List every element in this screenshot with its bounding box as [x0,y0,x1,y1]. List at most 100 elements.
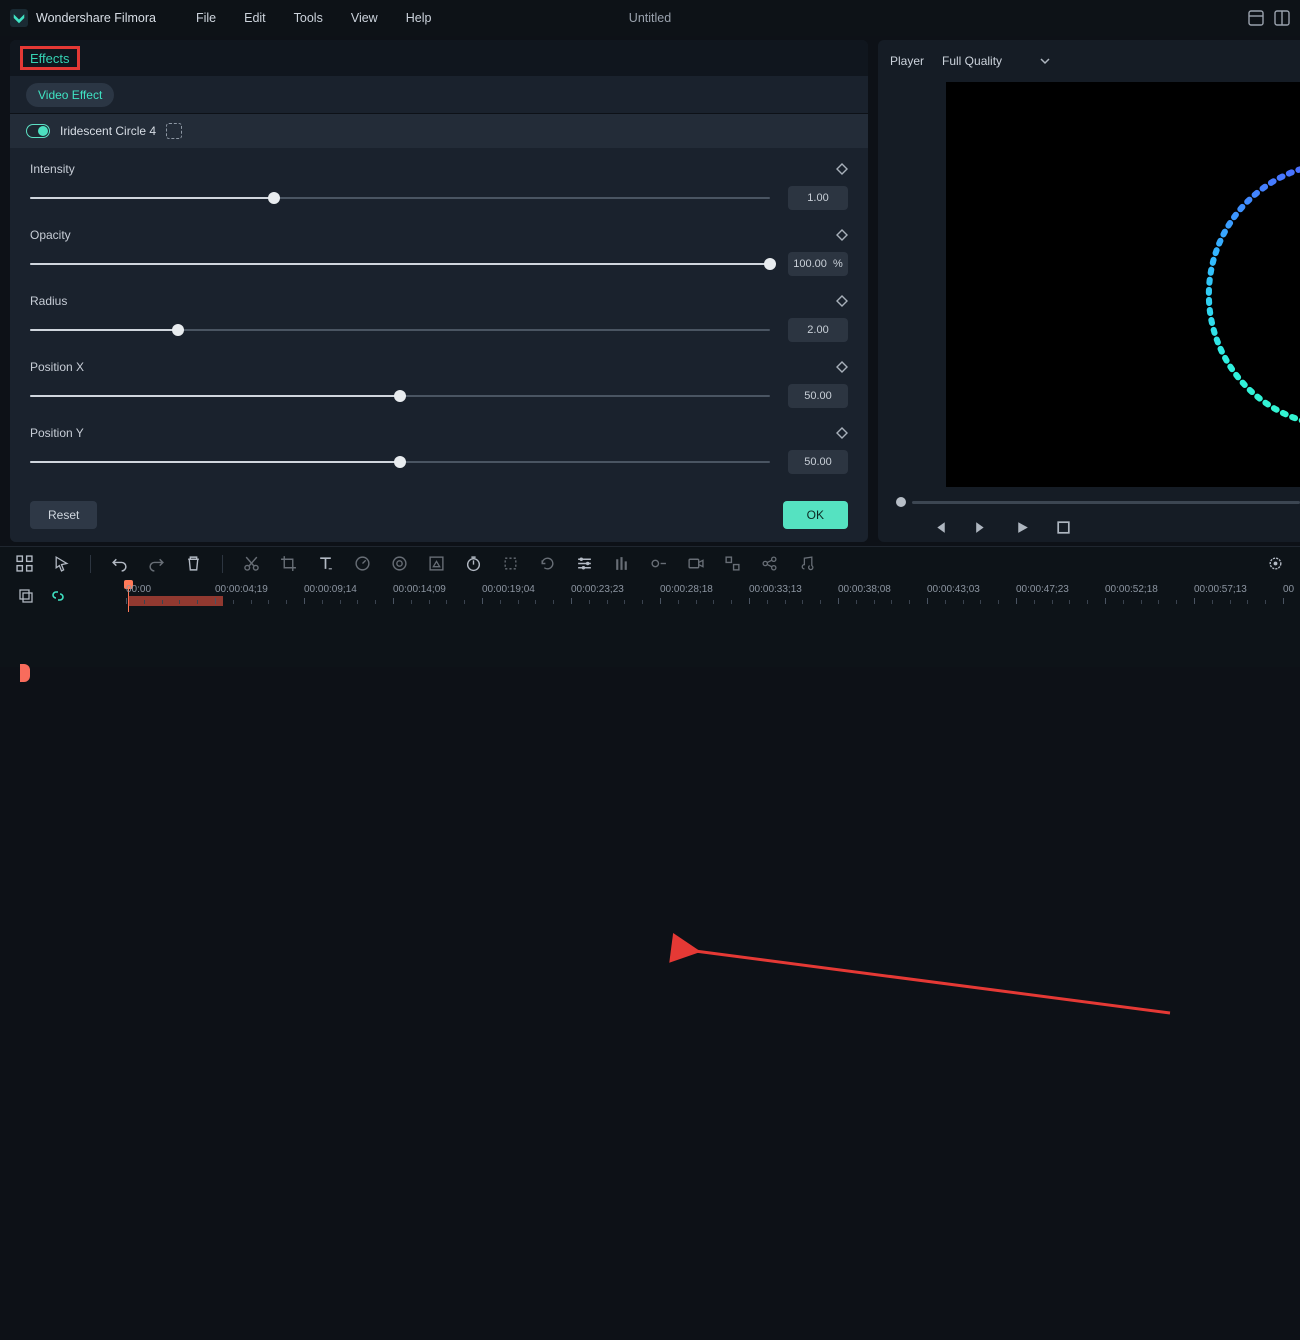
annotation-highlight-box [20,46,80,70]
link-icon[interactable] [724,555,741,572]
redo-icon[interactable] [148,555,165,572]
link-tracks-icon[interactable] [50,588,66,604]
menubar: Wondershare Filmora File Edit Tools View… [0,0,1300,36]
menu-file[interactable]: File [196,11,216,25]
posy-slider[interactable] [30,454,770,470]
ruler-label: 00:00 [126,584,151,595]
gear-icon[interactable] [1267,555,1284,572]
timeline-toolbar [0,546,1300,580]
scrub-handle[interactable] [896,497,906,507]
subtabs-row: Video Effect [10,76,868,114]
keyframe-icon[interactable] [836,229,848,241]
ruler-label: 00:00:47;23 [1016,584,1069,595]
undo-icon[interactable] [111,555,128,572]
intensity-slider[interactable] [30,190,770,206]
text-icon[interactable] [317,555,334,572]
menu-view[interactable]: View [351,11,378,25]
settings-slider-icon[interactable] [576,555,593,572]
player-label: Player [890,54,924,68]
intensity-value[interactable]: 1.00 [788,186,848,210]
audio-mixer-icon[interactable] [613,555,630,572]
posx-value[interactable]: 50.00 [788,384,848,408]
sliders-body: Intensity 1.00 Opacity [10,148,868,488]
quality-dropdown[interactable]: Full Quality [942,54,1050,68]
keyframe-icon[interactable] [836,361,848,373]
grid-icon[interactable] [16,555,33,572]
stop-icon[interactable] [1055,519,1072,536]
posy-value[interactable]: 50.00 [788,450,848,474]
tabs-row: Effects [10,40,868,76]
effect-name: Iridescent Circle 4 [60,124,156,138]
scrub-track[interactable] [912,501,1300,504]
timeline-ruler[interactable]: 00:00 00:00:04;19 00:00:09;14 00:00:14;09 00… [108,580,1300,612]
ruler-label: 00:00:57;13 [1194,584,1247,595]
clip-region [128,596,223,606]
reset-button[interactable]: Reset [30,501,97,529]
expand-icon[interactable] [166,123,182,139]
ruler-label: 00:00:23;23 [571,584,624,595]
posx-label: Position X [30,360,84,374]
ruler-label: 00:00:38;08 [838,584,891,595]
record-icon[interactable] [687,555,704,572]
subtab-video-effect[interactable]: Video Effect [26,83,114,107]
prev-frame-icon[interactable] [932,519,949,536]
ruler-label: 00:00:28;18 [660,584,713,595]
share-icon[interactable] [761,555,778,572]
ruler-label: 00 [1283,584,1294,595]
menu-help[interactable]: Help [406,11,432,25]
ruler-label: 00:00:14;09 [393,584,446,595]
ruler-label: 00:00:19;04 [482,584,535,595]
refresh-icon[interactable] [539,555,556,572]
video-clip[interactable] [20,664,30,682]
keyframe-icon[interactable] [836,163,848,175]
voiceover-icon[interactable] [650,555,667,572]
player-panel: Player Full Quality [878,40,1300,542]
timeline-tracks[interactable] [0,612,1300,667]
radius-value[interactable]: 2.00 [788,318,848,342]
timeline-ruler-row: 00:00 00:00:04;19 00:00:09;14 00:00:14;09 00… [0,580,1300,612]
play-forward-icon[interactable] [973,519,990,536]
music-icon[interactable] [798,555,815,572]
cursor-icon[interactable] [53,555,70,572]
green-screen-icon[interactable] [428,555,445,572]
opacity-slider[interactable] [30,256,770,272]
transport-controls [890,511,1300,536]
app-name: Wondershare Filmora [36,11,156,25]
app-logo-icon [10,9,28,27]
opacity-value[interactable]: 100.00 % [788,252,848,276]
crop-icon[interactable] [280,555,297,572]
menu-tools[interactable]: Tools [294,11,323,25]
menu-edit[interactable]: Edit [244,11,266,25]
duplicate-icon[interactable] [18,588,34,604]
color-icon[interactable] [391,555,408,572]
preview-content-icon [946,82,1300,487]
document-title: Untitled [629,11,671,25]
annotation-arrow [0,667,1300,1340]
keyframe-icon[interactable] [836,427,848,439]
speed-icon[interactable] [354,555,371,572]
layout-icon[interactable] [1248,10,1264,26]
radius-label: Radius [30,294,67,308]
ruler-label: 00:00:33;13 [749,584,802,595]
play-icon[interactable] [1014,519,1031,536]
effect-header: Iridescent Circle 4 [10,114,868,148]
stopwatch-icon[interactable] [465,555,482,572]
keyframe-icon[interactable] [836,295,848,307]
marker-icon[interactable] [502,555,519,572]
cut-icon[interactable] [243,555,260,572]
radius-slider[interactable] [30,322,770,338]
ruler-label: 00:00:52;18 [1105,584,1158,595]
opacity-label: Opacity [30,228,71,242]
ok-button[interactable]: OK [783,501,848,529]
panels-icon[interactable] [1274,10,1290,26]
ruler-label: 00:00:09;14 [304,584,357,595]
effects-panel: Effects Video Effect Iridescent Circle 4… [10,40,868,542]
chevron-down-icon [1040,56,1050,66]
posy-label: Position Y [30,426,84,440]
delete-icon[interactable] [185,555,202,572]
posx-slider[interactable] [30,388,770,404]
intensity-label: Intensity [30,162,75,176]
ruler-label: 00:00:04;19 [215,584,268,595]
video-preview[interactable] [946,82,1300,487]
effect-enable-toggle[interactable] [26,124,50,138]
